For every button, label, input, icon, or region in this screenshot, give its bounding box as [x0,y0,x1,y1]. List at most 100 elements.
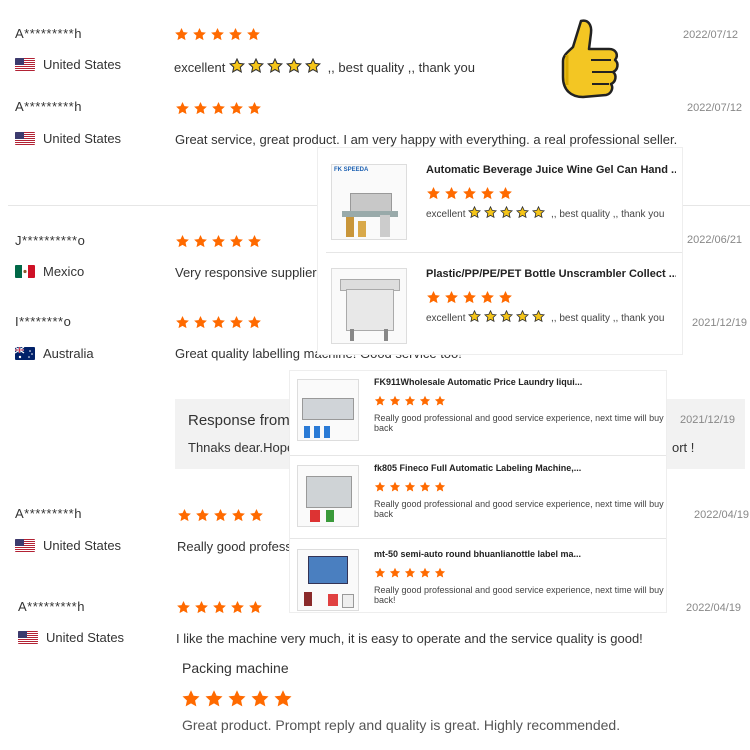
divider [290,538,666,539]
rating-stars [181,689,293,709]
gold-star-icon [516,206,529,218]
gold-star-icon [305,58,321,73]
product-title[interactable]: FK911Wholesale Automatic Price Laundry l… [374,377,582,387]
star-icon [230,315,243,329]
review-text: Really good professional and good servic… [374,413,664,433]
product-image[interactable] [297,465,359,527]
reviewer-name: J**********o [15,233,86,248]
reviewer-country: United States [15,131,121,146]
star-icon [374,481,386,492]
product-name: Packing machine [182,660,289,676]
star-icon [247,27,260,41]
rating-stars [374,567,446,579]
rating-stars [176,600,263,615]
review-text: excellent ,, best quality ,, thank you [426,310,664,324]
star-icon [248,101,261,115]
star-icon [389,567,401,578]
star-icon [248,234,261,248]
star-icon [232,508,245,522]
us-flag-icon [15,539,35,552]
star-icon [214,508,227,522]
product-image[interactable] [331,268,407,344]
review-text: Really good professional and good servic… [374,499,664,519]
gold-star-icon [229,58,245,73]
star-icon [445,186,458,200]
gold-star-icon [286,58,302,73]
rating-stars [426,186,513,201]
star-icon [176,101,189,115]
brand-logo: FK SPEEDA [334,167,369,173]
star-icon [404,567,416,578]
response-title: Response from [188,412,290,429]
rating-stars [374,481,446,493]
review-text: Great service, great product. I am very … [175,132,678,147]
star-icon [481,290,494,304]
gold-star-icon [484,310,497,322]
star-icon [419,567,431,578]
product-title[interactable]: Automatic Beverage Juice Wine Gel Can Ha… [426,164,676,176]
gold-star-icon [500,310,513,322]
response-date: 2021/12/19 [680,414,736,426]
star-icon [211,27,224,41]
review-date: 2022/04/19 [694,509,750,521]
reviewer-country: Mexico [15,264,84,279]
review-date: 2022/06/21 [687,234,743,246]
reviewer-country: Australia [15,346,94,361]
product-title[interactable]: mt-50 semi-auto round bhuanlianottle lab… [374,549,581,559]
star-icon [404,481,416,492]
us-flag-icon [18,631,38,644]
star-icon [427,186,440,200]
star-icon [231,600,244,614]
rating-stars [177,508,264,523]
star-icon [249,600,262,614]
star-icon [175,27,188,41]
response-text: Thnaks dear.Hope [188,440,295,455]
response-text-end: ort ! [672,440,695,455]
product-popup: FK911Wholesale Automatic Price Laundry l… [290,371,666,612]
star-icon [182,690,200,707]
star-icon [205,690,223,707]
star-icon [230,101,243,115]
star-icon [177,600,190,614]
star-icon [228,690,246,707]
product-image[interactable] [297,379,359,441]
review-text: Really good profess [177,539,292,554]
star-icon [374,395,386,406]
gold-star-icon [532,310,545,322]
star-icon [404,395,416,406]
star-icon [194,234,207,248]
star-icon [251,690,269,707]
reviewer-name: A*********h [15,26,82,41]
product-popup: FK SPEEDA Automatic Beverage Juice Wine … [318,148,682,354]
star-icon [213,600,226,614]
star-icon [463,290,476,304]
star-icon [499,290,512,304]
product-title[interactable]: Plastic/PP/PE/PET Bottle Unscrambler Col… [426,268,676,280]
review-text: I like the machine very much, it is easy… [176,631,643,646]
gold-star-icon [248,58,264,73]
thumbs-up-icon [561,19,619,99]
rating-stars [175,101,262,116]
reviewer-name: A*********h [15,99,82,114]
reviewer-name: A*********h [15,506,82,521]
rating-stars [426,290,513,305]
star-icon [212,234,225,248]
star-icon [212,315,225,329]
rating-stars [174,27,261,42]
product-image[interactable] [297,549,359,611]
star-icon [176,234,189,248]
rating-stars [374,395,446,407]
product-image[interactable]: FK SPEEDA [331,164,407,240]
review-text: excellent ,, best quality ,, thank you [426,206,664,220]
star-icon [194,315,207,329]
us-flag-icon [15,58,35,71]
us-flag-icon [15,132,35,145]
star-icon [419,481,431,492]
australia-flag-icon [15,347,35,360]
star-icon [274,690,292,707]
star-icon [212,101,225,115]
product-title[interactable]: fk805 Fineco Full Automatic Labeling Mac… [374,463,581,473]
star-icon [427,290,440,304]
star-icon [194,101,207,115]
rating-stars [175,234,262,249]
